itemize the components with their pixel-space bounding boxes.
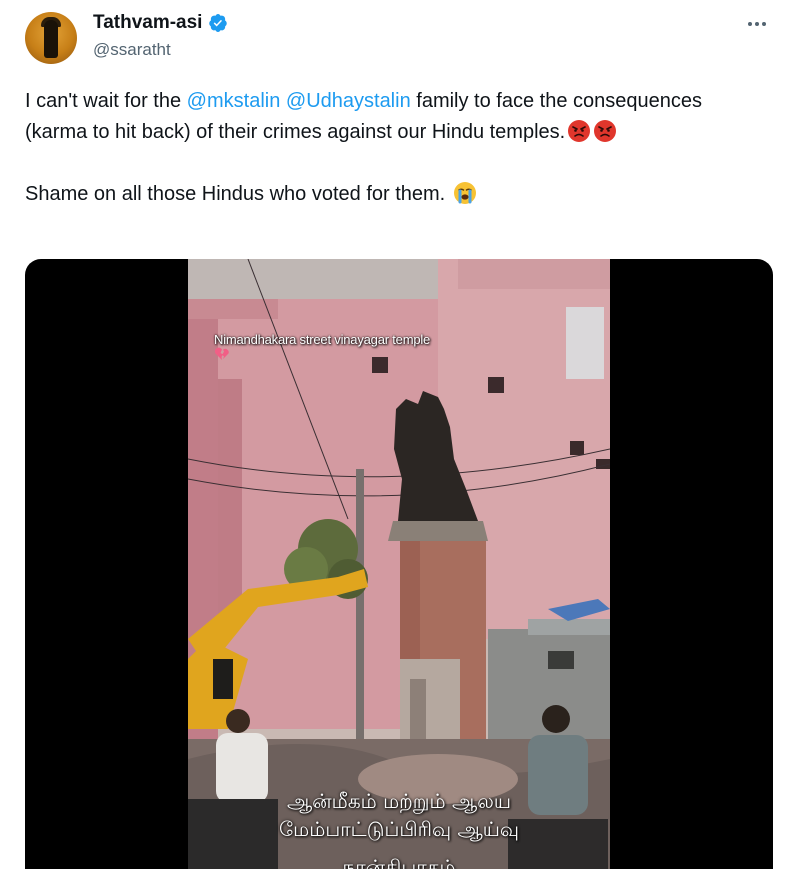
more-dot-icon — [748, 22, 752, 26]
more-dot-icon — [755, 22, 759, 26]
video-player[interactable]: Nimandhakara street vinayagar temple ஆன்… — [25, 259, 773, 869]
tweet-text: I can't wait for the @mkstalin @Udhaysta… — [25, 86, 755, 210]
broken-heart-icon — [214, 347, 229, 360]
tweet-paragraph-2: Shame on all those Hindus who voted for … — [25, 179, 755, 210]
angry-face-icon — [568, 120, 591, 142]
mention-link-udhaystalin[interactable]: @Udhaystalin — [286, 90, 411, 112]
more-options-button[interactable] — [742, 12, 772, 36]
mention-link-mkstalin[interactable]: @mkstalin — [187, 90, 281, 112]
avatar[interactable] — [25, 12, 77, 64]
tweet-text-segment: Shame on all those Hindus who voted for … — [25, 183, 446, 205]
video-subtitle-line-2: மேம்பாட்டுப்பிரிவு ஆய்வு — [278, 817, 520, 841]
video-overlay-caption: Nimandhakara street vinayagar temple — [214, 332, 430, 361]
video-subtitle-line-1: ஆன்மீகம் மற்றும் ஆலய — [286, 789, 511, 813]
avatar-figure — [44, 20, 58, 58]
tweet-text-segment: I can't wait for the — [25, 90, 187, 112]
author-display-name[interactable]: Tathvam-asi — [93, 12, 202, 34]
crying-face-icon — [453, 182, 476, 204]
tweet-paragraph-1: I can't wait for the @mkstalin @Udhaysta… — [25, 86, 755, 148]
tweet-card: Tathvam-asi @ssaratht I can't wait for t… — [0, 0, 800, 869]
verified-badge-icon — [209, 14, 228, 33]
video-subtitle-line-3: நான்கிபாகம் — [342, 855, 456, 869]
more-dot-icon — [762, 22, 766, 26]
video-frame[interactable]: Nimandhakara street vinayagar temple ஆன்… — [188, 259, 610, 869]
author-name-row: Tathvam-asi — [93, 12, 228, 34]
author-handle[interactable]: @ssaratht — [93, 40, 171, 60]
angry-face-icon — [594, 120, 617, 142]
